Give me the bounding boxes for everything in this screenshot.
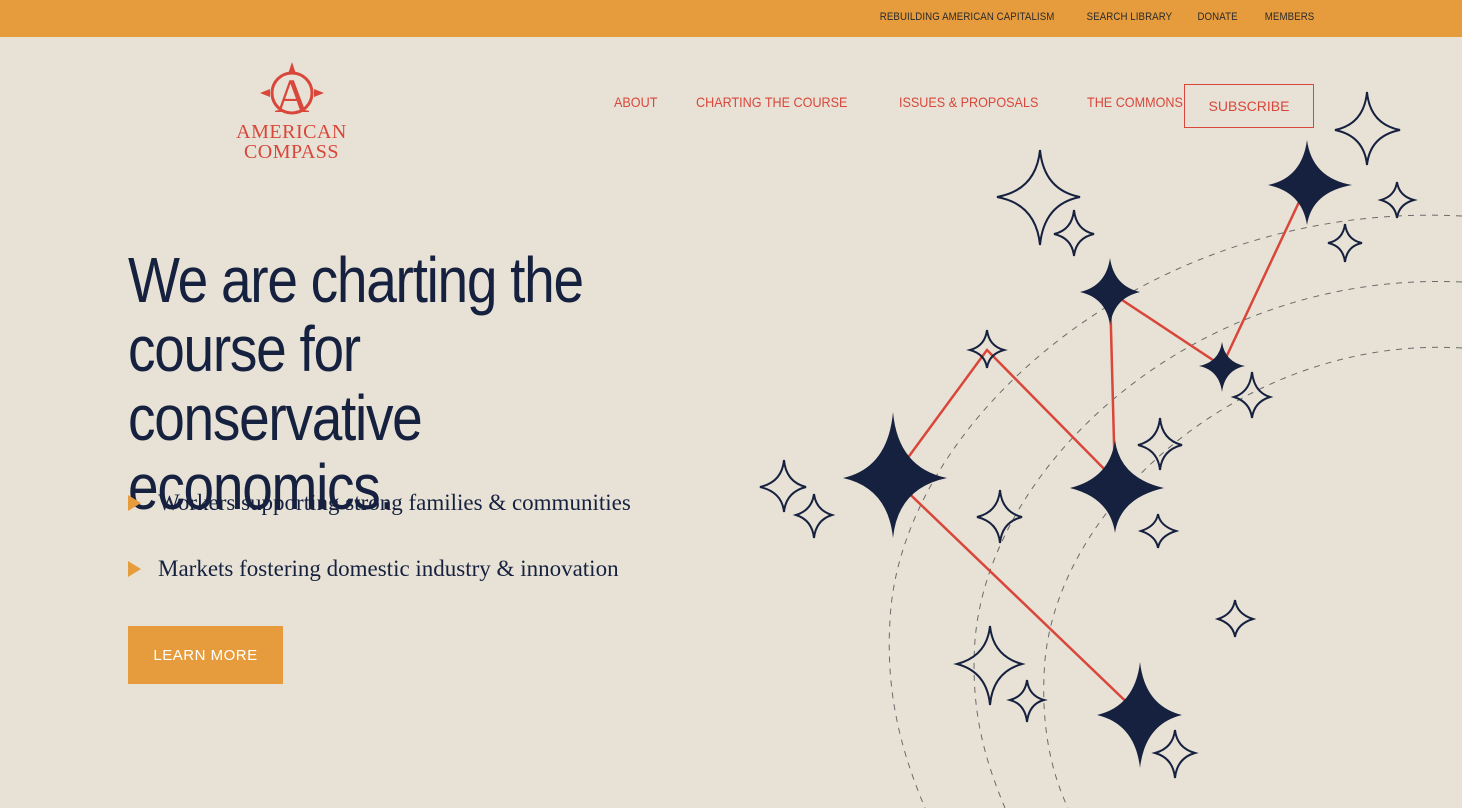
star-icon: [792, 493, 836, 539]
utility-links: REBUILDING AMERICAN CAPITALISM SEARCH LI…: [856, 11, 1314, 23]
learn-more-button[interactable]: LEARN MORE: [128, 626, 283, 684]
logo-line-2: COMPASS: [243, 141, 340, 163]
hero-bullets: Workers supporting strong families & com…: [128, 486, 631, 618]
star-icon: [1137, 513, 1180, 549]
star-icon: [1070, 440, 1164, 533]
star-icon: [1080, 258, 1140, 325]
bullet-text: Markets fostering domestic industry & in…: [158, 556, 619, 581]
star-icon: [1334, 91, 1401, 166]
link-search-library[interactable]: SEARCH LIBRARY: [1087, 11, 1173, 23]
logo-line-1: AMERICAN: [236, 121, 347, 143]
star-icon: [1214, 599, 1257, 638]
svg-text:A: A: [274, 70, 309, 122]
link-rebuilding-american-capitalism[interactable]: REBUILDING AMERICAN CAPITALISM: [880, 11, 1055, 23]
star-icon: [1137, 417, 1183, 471]
list-item: Markets fostering domestic industry & in…: [128, 552, 631, 586]
hero-title: We are charting the course for conservat…: [128, 244, 584, 523]
compass-logo-icon: A: [259, 62, 324, 122]
triangle-bullet-icon: [128, 495, 141, 511]
bullet-text: Workers supporting strong families & com…: [158, 490, 631, 515]
star-icon: [1053, 209, 1095, 257]
star-icon: [1268, 140, 1352, 225]
star-icon: [953, 625, 1026, 706]
star-icon: [1327, 223, 1363, 263]
star-icon: [843, 412, 947, 538]
constellation-illustration: [759, 91, 1462, 808]
star-icon: [1097, 662, 1182, 768]
site-logo[interactable]: A AMERICAN COMPASS: [224, 60, 359, 175]
link-members[interactable]: MEMBERS: [1264, 11, 1314, 23]
top-utility-bar: REBUILDING AMERICAN CAPITALISM SEARCH LI…: [0, 0, 1462, 37]
star-icon: [996, 149, 1081, 246]
star-icon: [1230, 371, 1274, 419]
star-icon: [1006, 679, 1048, 723]
link-donate[interactable]: DONATE: [1198, 11, 1238, 23]
star-icon: [1199, 342, 1245, 392]
constellation-lines: [891, 184, 1309, 716]
dashed-arcs: [888, 214, 1462, 808]
list-item: Workers supporting strong families & com…: [128, 486, 631, 520]
star-icon: [1151, 729, 1199, 779]
nav-about[interactable]: ABOUT: [614, 94, 657, 110]
star-icon: [1377, 181, 1418, 219]
star-icon: [759, 459, 807, 513]
triangle-bullet-icon: [128, 561, 141, 577]
